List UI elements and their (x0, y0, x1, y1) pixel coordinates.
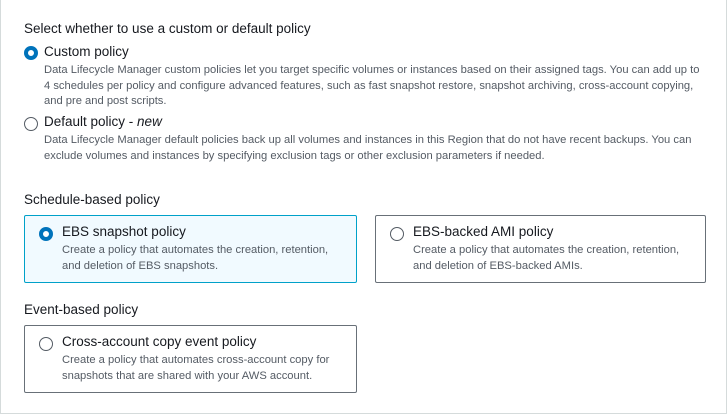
cross-account-copy-policy-card[interactable]: Cross-account copy event policy Create a… (24, 325, 357, 393)
custom-policy-description: Data Lifecycle Manager custom policies l… (44, 64, 700, 107)
default-policy-label-text: Default policy - (44, 114, 138, 129)
ebs-snapshot-policy-description: Create a policy that automates the creat… (62, 244, 329, 272)
cross-account-copy-policy-radio[interactable] (39, 337, 53, 351)
ebs-snapshot-policy-radio[interactable] (39, 227, 53, 241)
ebs-snapshot-policy-label: EBS snapshot policy (62, 224, 186, 239)
policy-selection-panel: Select whether to use a custom or defaul… (0, 0, 727, 414)
default-policy-radio[interactable] (24, 117, 38, 131)
ebs-backed-ami-policy-label: EBS-backed AMI policy (413, 224, 554, 239)
new-badge: new (137, 114, 162, 129)
schedule-based-title: Schedule-based policy (24, 192, 160, 207)
custom-policy-radio[interactable] (24, 46, 38, 60)
event-based-title: Event-based policy (24, 302, 139, 317)
default-policy-description: Data Lifecycle Manager default policies … (44, 134, 692, 162)
policy-type-title: Select whether to use a custom or defaul… (24, 21, 311, 36)
cross-account-copy-policy-description: Create a policy that automates cross-acc… (62, 354, 330, 382)
ebs-backed-ami-policy-radio[interactable] (390, 227, 404, 241)
ebs-backed-ami-policy-description: Create a policy that automates the creat… (413, 244, 680, 272)
ebs-backed-ami-policy-card[interactable]: EBS-backed AMI policy Create a policy th… (375, 215, 706, 283)
default-policy-label: Default policy - new (44, 114, 162, 129)
custom-policy-label: Custom policy (44, 44, 129, 59)
ebs-snapshot-policy-card[interactable]: EBS snapshot policy Create a policy that… (24, 215, 357, 283)
cross-account-copy-policy-label: Cross-account copy event policy (62, 334, 257, 349)
